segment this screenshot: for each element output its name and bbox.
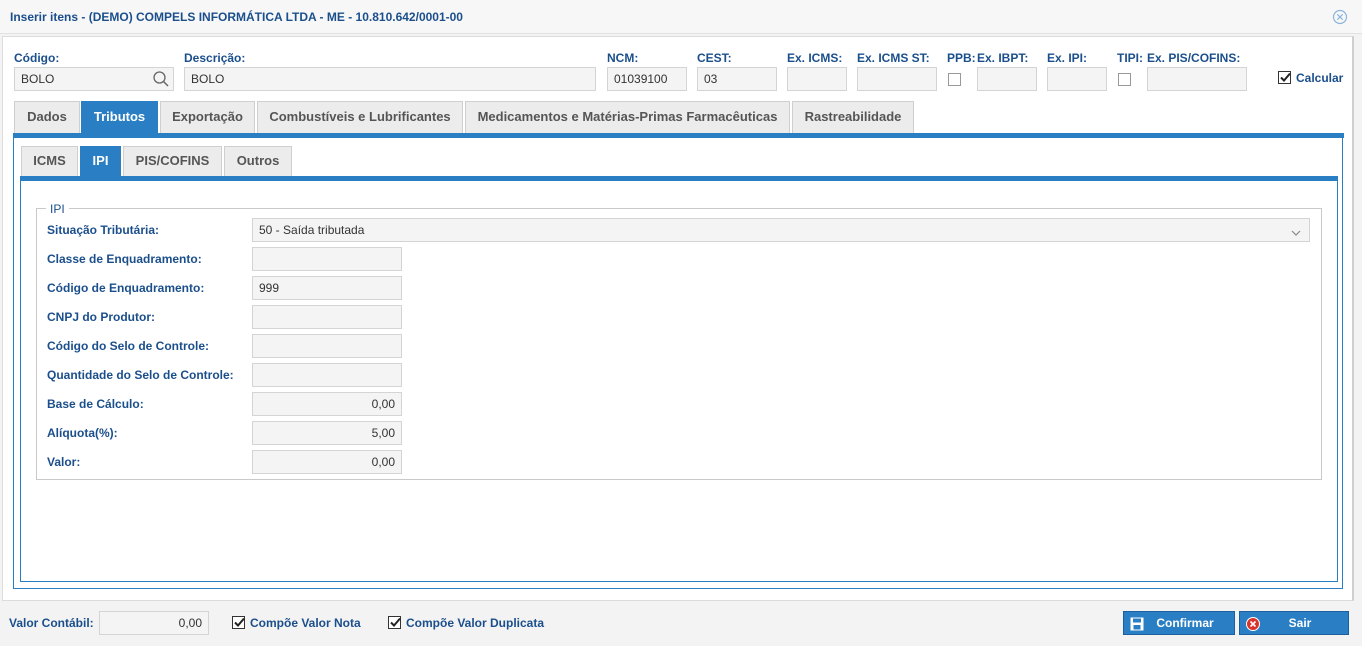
cest-label: CEST: [697, 51, 732, 65]
tab-rastreabilidade[interactable]: Rastreabilidade [792, 101, 914, 133]
valor-label: Valor: [47, 455, 81, 469]
subtab-icms[interactable]: ICMS [21, 146, 78, 176]
tab-exportacao[interactable]: Exportação [160, 101, 255, 133]
ex-icms-label: Ex. ICMS: [787, 51, 843, 65]
calcular-checkbox[interactable] [1278, 71, 1291, 84]
codigo-selo-input[interactable] [252, 334, 402, 358]
classe-enquadramento-label: Classe de Enquadramento: [47, 252, 202, 266]
sair-button[interactable]: Sair [1239, 611, 1349, 635]
codigo-label: Código: [14, 51, 60, 65]
save-icon [1130, 616, 1144, 638]
title-bar: Inserir itens - (DEMO) COMPELS INFORMÁTI… [0, 0, 1362, 34]
ex-pis-cofins-label: Ex. PIS/COFINS: [1147, 51, 1241, 65]
cest-input[interactable]: 03 [697, 67, 777, 91]
codigo-enquadramento-input[interactable]: 999 [252, 276, 402, 300]
codigo-enquadramento-label: Código de Enquadramento: [47, 281, 205, 295]
aliquota-label: Alíquota(%): [47, 426, 118, 440]
tab-tributos[interactable]: Tributos [81, 101, 158, 133]
chevron-down-icon [1291, 226, 1301, 240]
tipi-checkbox[interactable] [1118, 73, 1131, 86]
descricao-input[interactable]: BOLO [184, 67, 596, 91]
confirmar-label: Confirmar [1156, 616, 1214, 630]
valor-input[interactable]: 0,00 [252, 450, 402, 474]
confirmar-button[interactable]: Confirmar [1123, 611, 1235, 635]
calcular-label: Calcular [1296, 71, 1344, 85]
quantidade-selo-input[interactable] [252, 363, 402, 387]
cnpj-produtor-label: CNPJ do Produtor: [47, 310, 155, 324]
sair-label: Sair [1288, 616, 1312, 630]
ex-ibpt-label: Ex. IBPT: [977, 51, 1029, 65]
codigo-selo-label: Código do Selo de Controle: [47, 339, 209, 353]
tipi-label: TIPI: [1117, 51, 1143, 65]
tab-combustiveis[interactable]: Combustíveis e Lubrificantes [257, 101, 463, 133]
compoe-nota-checkbox[interactable] [232, 616, 245, 629]
ncm-label: NCM: [607, 51, 639, 65]
ppb-checkbox[interactable] [948, 73, 961, 86]
descricao-label: Descrição: [184, 51, 246, 65]
situacao-select[interactable]: 50 - Saída tributada [252, 218, 1310, 242]
subtab-outros[interactable]: Outros [224, 146, 292, 176]
tab-medicamentos[interactable]: Medicamentos e Matérias-Primas Farmacêut… [465, 101, 790, 133]
base-calculo-label: Base de Cálculo: [47, 397, 144, 411]
classe-enquadramento-input[interactable] [252, 247, 402, 271]
search-icon[interactable] [152, 70, 170, 90]
tab-dados[interactable]: Dados [14, 101, 80, 133]
ncm-input[interactable]: 01039100 [607, 67, 687, 91]
subtab-pis-cofins[interactable]: PIS/COFINS [123, 146, 222, 176]
ex-ibpt-input[interactable] [977, 67, 1037, 91]
cancel-icon [1246, 616, 1260, 638]
ppb-label: PPB: [947, 51, 976, 65]
situacao-label: Situação Tributária: [47, 223, 160, 237]
quantidade-selo-label: Quantidade do Selo de Controle: [47, 368, 234, 382]
ex-ipi-label: Ex. IPI: [1047, 51, 1088, 65]
compoe-nota-label: Compõe Valor Nota [250, 616, 361, 630]
valor-contabil-label: Valor Contábil: [9, 616, 94, 630]
compoe-duplicata-label: Compõe Valor Duplicata [406, 616, 545, 630]
ex-icms-st-label: Ex. ICMS ST: [857, 51, 930, 65]
ipi-fieldset [36, 208, 1322, 480]
close-icon[interactable] [1332, 9, 1348, 25]
situacao-value: 50 - Saída tributada [259, 223, 365, 237]
ex-pis-cofins-input[interactable] [1147, 67, 1247, 91]
aliquota-input[interactable]: 5,00 [252, 421, 402, 445]
window-title: Inserir itens - (DEMO) COMPELS INFORMÁTI… [10, 10, 463, 24]
codigo-input[interactable]: BOLO [14, 67, 174, 91]
compoe-duplicata-checkbox[interactable] [388, 616, 401, 629]
ex-icms-input[interactable] [787, 67, 847, 91]
valor-contabil-input[interactable]: 0,00 [99, 611, 209, 635]
cnpj-produtor-input[interactable] [252, 305, 402, 329]
ipi-legend: IPI [46, 202, 69, 216]
ex-ipi-input[interactable] [1047, 67, 1107, 91]
codigo-value: BOLO [21, 72, 55, 86]
subtab-ipi[interactable]: IPI [80, 146, 121, 176]
ex-icms-st-input[interactable] [857, 67, 937, 91]
base-calculo-input[interactable]: 0,00 [252, 392, 402, 416]
